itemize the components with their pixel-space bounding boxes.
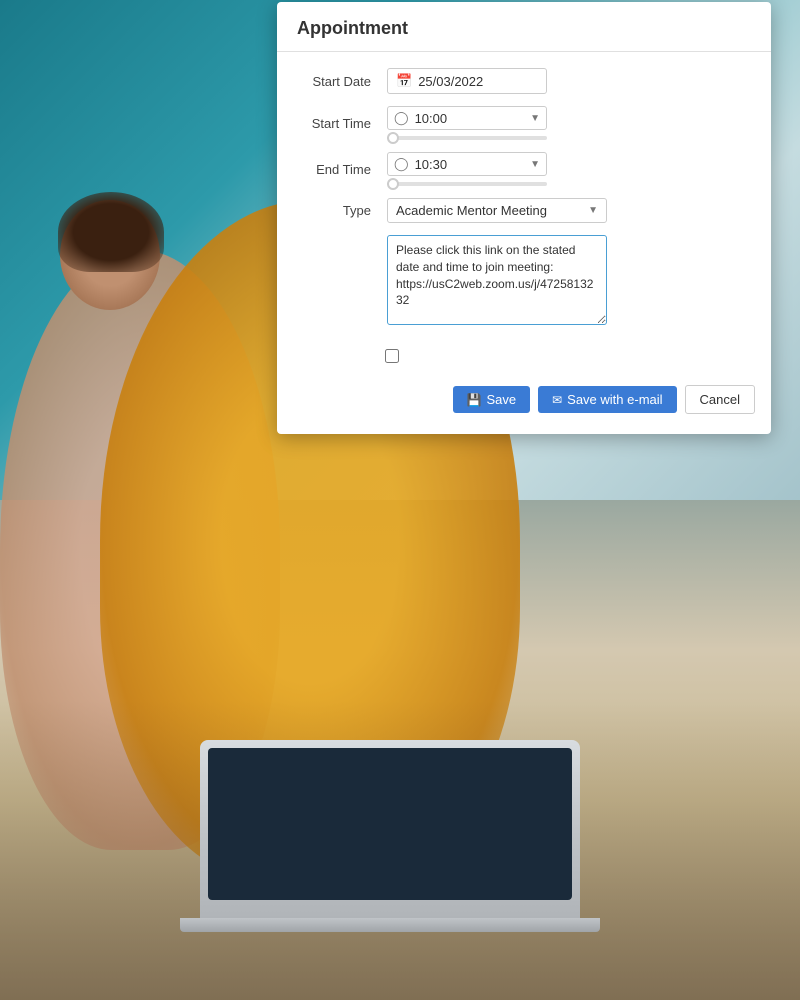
save-email-button-label: Save with e-mail	[567, 392, 662, 407]
start-time-slider[interactable]	[387, 136, 547, 140]
end-time-slider[interactable]	[387, 182, 547, 186]
type-row: Type Academic Mentor Meeting Tutorial Of…	[297, 198, 751, 223]
type-control: Academic Mentor Meeting Tutorial Office …	[387, 198, 751, 223]
laptop-base	[180, 918, 600, 932]
start-time-select[interactable]: 09:00 09:30 10:00 10:30 11:00	[415, 111, 531, 126]
save-button[interactable]: 💾 Save	[453, 386, 531, 413]
start-time-row: Start Time ◯ 09:00 09:30 10:00 10:30 11:…	[297, 106, 751, 140]
clock-icon-end: ◯	[394, 156, 409, 172]
save-icon: 💾	[467, 393, 482, 407]
chevron-down-start-icon: ▼	[530, 113, 540, 124]
cancel-button[interactable]: Cancel	[685, 385, 755, 414]
start-date-control: 📅	[387, 68, 751, 94]
laptop	[200, 740, 580, 920]
chevron-down-type-icon: ▼	[588, 205, 598, 216]
end-time-slider-thumb	[387, 178, 399, 190]
type-select-wrapper[interactable]: Academic Mentor Meeting Tutorial Office …	[387, 198, 607, 223]
notes-row: Please click this link on the stated dat…	[297, 235, 751, 325]
hair-left	[58, 192, 164, 272]
type-label: Type	[297, 203, 387, 218]
end-time-row: End Time ◯ 10:00 10:30 11:00 11:30 12:00…	[297, 152, 751, 186]
end-time-wrapper[interactable]: ◯ 10:00 10:30 11:00 11:30 12:00 ▼	[387, 152, 547, 176]
start-date-label: Start Date	[297, 74, 387, 89]
type-select[interactable]: Academic Mentor Meeting Tutorial Office …	[396, 203, 588, 218]
date-input-wrapper[interactable]: 📅	[387, 68, 547, 94]
start-time-label: Start Time	[297, 116, 387, 131]
modal-footer: 💾 Save ✉ Save with e-mail Cancel	[277, 377, 771, 418]
laptop-screen	[208, 748, 572, 900]
chevron-down-end-icon: ▼	[530, 159, 540, 170]
email-icon: ✉	[552, 393, 562, 407]
notes-label	[297, 235, 387, 239]
notify-checkbox[interactable]	[385, 349, 399, 363]
calendar-icon: 📅	[396, 73, 412, 89]
end-time-select[interactable]: 10:00 10:30 11:00 11:30 12:00	[415, 157, 531, 172]
save-email-button[interactable]: ✉ Save with e-mail	[538, 386, 676, 413]
clock-icon-start: ◯	[394, 110, 409, 126]
checkbox-row	[277, 349, 771, 363]
end-time-control: ◯ 10:00 10:30 11:00 11:30 12:00 ▼	[387, 152, 751, 186]
save-button-label: Save	[486, 392, 516, 407]
modal-body: Start Date 📅 Start Time ◯ 09:00 09:30 10…	[277, 52, 771, 349]
start-time-control: ◯ 09:00 09:30 10:00 10:30 11:00 ▼	[387, 106, 751, 140]
start-time-wrapper[interactable]: ◯ 09:00 09:30 10:00 10:30 11:00 ▼	[387, 106, 547, 130]
cancel-button-label: Cancel	[700, 392, 740, 407]
start-date-row: Start Date 📅	[297, 68, 751, 94]
end-time-label: End Time	[297, 162, 387, 177]
appointment-modal: Appointment Start Date 📅 Start Time ◯ 09…	[277, 2, 771, 434]
notes-control: Please click this link on the stated dat…	[387, 235, 751, 325]
start-time-slider-thumb	[387, 132, 399, 144]
start-date-input[interactable]	[418, 74, 518, 89]
notes-textarea[interactable]: Please click this link on the stated dat…	[387, 235, 607, 325]
modal-title: Appointment	[277, 2, 771, 52]
